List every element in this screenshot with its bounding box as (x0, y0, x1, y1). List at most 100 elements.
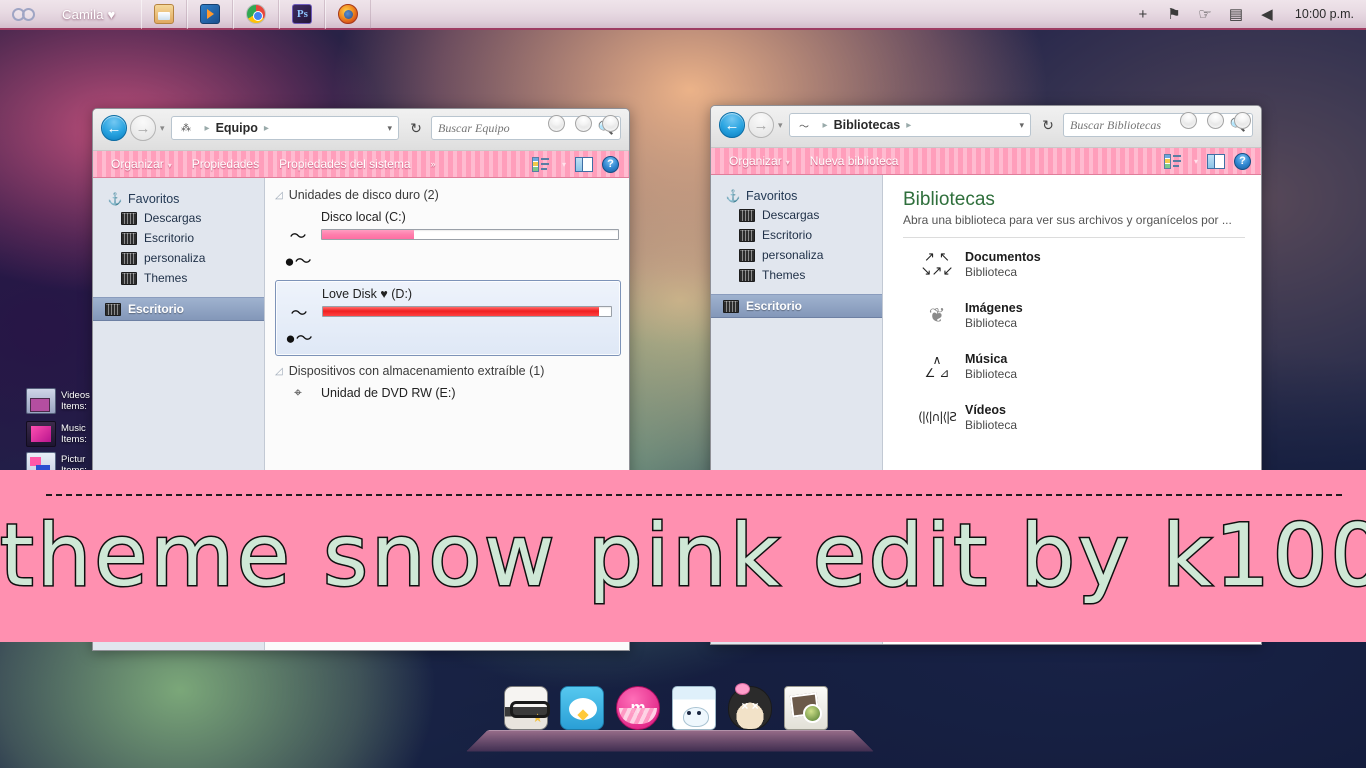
back-button[interactable]: ← (719, 112, 745, 138)
taskbar-app-explorer[interactable] (141, 0, 188, 29)
library-documentos-text: Documentos Biblioteca (965, 250, 1041, 279)
library-item-imagenes[interactable]: ❦ Imágenes Biblioteca (903, 289, 1261, 340)
library-item-musica[interactable]: ∧ ∠ ⊿ Música Biblioteca (903, 340, 1261, 391)
window-equipo-titlebar[interactable]: ← → ▾ ⁂ ▸ Equipo ▸ ▾ ↻ 🔍 (93, 109, 629, 151)
maximize-button[interactable] (575, 115, 592, 132)
show-hidden-icons-icon[interactable]: + (1134, 5, 1152, 23)
toolbar-organize[interactable]: Organizar ▾ (719, 154, 800, 168)
forward-button[interactable]: → (130, 115, 156, 141)
photos-icon[interactable] (784, 686, 828, 730)
twitter-bird-icon[interactable] (560, 686, 604, 730)
nerd-glasses-icon[interactable] (504, 686, 550, 730)
sidebar-item-escritorio-selected[interactable]: Escritorio (711, 294, 882, 318)
video-folder-icon (26, 388, 56, 414)
back-button[interactable]: ← (101, 115, 127, 141)
breadcrumb-separator-2[interactable]: ▸ (906, 120, 911, 131)
desktop-gadget-videos[interactable]: Videos Items: (26, 388, 90, 414)
breadcrumb-separator-2[interactable]: ▸ (264, 123, 269, 134)
folder-icon (121, 251, 137, 265)
drive-item-c[interactable]: 〜●〜 Disco local (C:) (265, 202, 629, 276)
preview-pane-icon[interactable] (575, 156, 593, 172)
change-view-icon[interactable] (531, 156, 549, 172)
banner-dashed-line (46, 494, 1342, 496)
breadcrumb-separator: ▸ (822, 119, 828, 131)
gadget-videos-label: Videos Items: (61, 390, 90, 412)
sidebar-item-personaliza[interactable]: personaliza (711, 245, 882, 265)
refresh-button[interactable]: ↻ (1037, 117, 1059, 134)
group-header-removable[interactable]: ◿ Dispositivos con almacenamiento extraí… (265, 364, 629, 378)
toolbar-new-library[interactable]: Nueva biblioteca (800, 154, 909, 168)
taskbar-app-firefox[interactable] (325, 0, 372, 29)
computer-icon: ⁂ (181, 122, 192, 134)
preview-pane-icon[interactable] (1207, 153, 1225, 169)
sidebar-item-themes[interactable]: Themes (93, 268, 264, 288)
music-folder-icon (26, 421, 56, 447)
toolbar-system-properties[interactable]: Propiedades del sistema (269, 157, 420, 171)
taskbar-app-media-player[interactable] (187, 0, 234, 29)
desktop-gadget-music[interactable]: Music Items: (26, 421, 87, 447)
sidebar-item-escritorio[interactable]: Escritorio (711, 225, 882, 245)
favorites-header[interactable]: ⚓ Favoritos (93, 190, 264, 208)
desktop: Camila ♥ Ps + ⚑ ☞ ▤ ◀ 10:00 p.m. Videos (0, 0, 1366, 768)
drive-item-d[interactable]: 〜●〜 Love Disk ♥ (D:) (275, 280, 621, 356)
recent-pages-caret-icon[interactable]: ▾ (160, 123, 165, 134)
library-videos-text: Vídeos Biblioteca (965, 403, 1018, 432)
window-bibliotecas-titlebar[interactable]: ← → ▾ 〜 ▸ Bibliotecas ▸ ▾ ↻ 🔍 (711, 106, 1261, 148)
network-icon[interactable]: ▤ (1227, 5, 1245, 23)
breadcrumb-equipo[interactable]: Equipo (216, 121, 258, 135)
close-button[interactable] (602, 115, 619, 132)
gadget-music-label: Music Items: (61, 423, 87, 445)
taskbar-app-chrome[interactable] (233, 0, 280, 29)
address-dropdown-caret-icon[interactable]: ▾ (1019, 120, 1024, 131)
help-icon[interactable]: ? (1234, 152, 1251, 170)
favorites-header[interactable]: ⚓ Favoritos (711, 187, 882, 205)
milk-carton-icon[interactable] (672, 686, 716, 730)
drive-d-label: Love Disk ♥ (D:) (322, 287, 413, 301)
view-caret-icon[interactable]: ▾ (562, 160, 566, 169)
clock[interactable]: 10:00 p.m. (1295, 7, 1354, 21)
collapse-triangle-icon[interactable]: ◿ (275, 366, 283, 377)
page-subtitle: Abra una biblioteca para ver sus archivo… (903, 213, 1232, 227)
birds-icon: ↗ ↖ ↘↗↙ (920, 249, 954, 279)
help-icon[interactable]: ? (602, 155, 619, 173)
safely-remove-hardware-icon[interactable]: ☞ (1196, 5, 1214, 23)
chevron-down-icon: ▾ (785, 158, 790, 167)
folder-icon (105, 302, 121, 316)
toolbar-organize[interactable]: Organizar ▾ (101, 157, 182, 171)
sidebar-item-escritorio[interactable]: Escritorio (93, 228, 264, 248)
start-orb-icon[interactable] (6, 1, 40, 27)
media-player-icon (200, 4, 221, 24)
group-header-hard-drives[interactable]: ◿ Unidades de disco duro (2) (265, 188, 629, 202)
address-bar[interactable]: ⁂ ▸ Equipo ▸ ▾ (170, 116, 399, 140)
batgirl-icon[interactable] (728, 683, 772, 730)
drive-c-label: Disco local (C:) (321, 210, 406, 224)
action-center-flag-icon[interactable]: ⚑ (1165, 5, 1183, 23)
m-candy-icon[interactable]: m (616, 686, 660, 730)
breadcrumb-bibliotecas[interactable]: Bibliotecas (834, 118, 901, 132)
sidebar-item-themes[interactable]: Themes (711, 265, 882, 285)
change-view-icon[interactable] (1163, 153, 1181, 169)
close-button[interactable] (1234, 112, 1251, 129)
minimize-button[interactable] (548, 115, 565, 132)
drive-item-e[interactable]: ⌖ Unidad de DVD RW (E:) (265, 378, 629, 405)
view-caret-icon[interactable]: ▾ (1194, 157, 1198, 166)
toolbar-overflow[interactable]: » (421, 159, 446, 169)
recent-pages-caret-icon[interactable]: ▾ (778, 120, 783, 131)
address-bar[interactable]: 〜 ▸ Bibliotecas ▸ ▾ (788, 113, 1031, 137)
explorer-icon (154, 4, 175, 24)
sidebar-item-personaliza[interactable]: personaliza (93, 248, 264, 268)
forward-button[interactable]: → (748, 112, 774, 138)
minimize-button[interactable] (1180, 112, 1197, 129)
volume-icon[interactable]: ◀ (1258, 5, 1276, 23)
refresh-button[interactable]: ↻ (405, 120, 427, 137)
taskbar-app-photoshop[interactable]: Ps (279, 0, 326, 29)
sidebar-item-escritorio-selected[interactable]: Escritorio (93, 297, 264, 321)
sidebar-item-descargas[interactable]: Descargas (711, 205, 882, 225)
library-item-documentos[interactable]: ↗ ↖ ↘↗↙ Documentos Biblioteca (903, 238, 1261, 289)
toolbar-properties[interactable]: Propiedades (182, 157, 269, 171)
address-dropdown-caret-icon[interactable]: ▾ (387, 123, 392, 134)
collapse-triangle-icon[interactable]: ◿ (275, 190, 283, 201)
maximize-button[interactable] (1207, 112, 1224, 129)
library-item-videos[interactable]: (|⟨|∩|⟨|Ƨ Vídeos Biblioteca (903, 391, 1261, 442)
sidebar-item-descargas[interactable]: Descargas (93, 208, 264, 228)
